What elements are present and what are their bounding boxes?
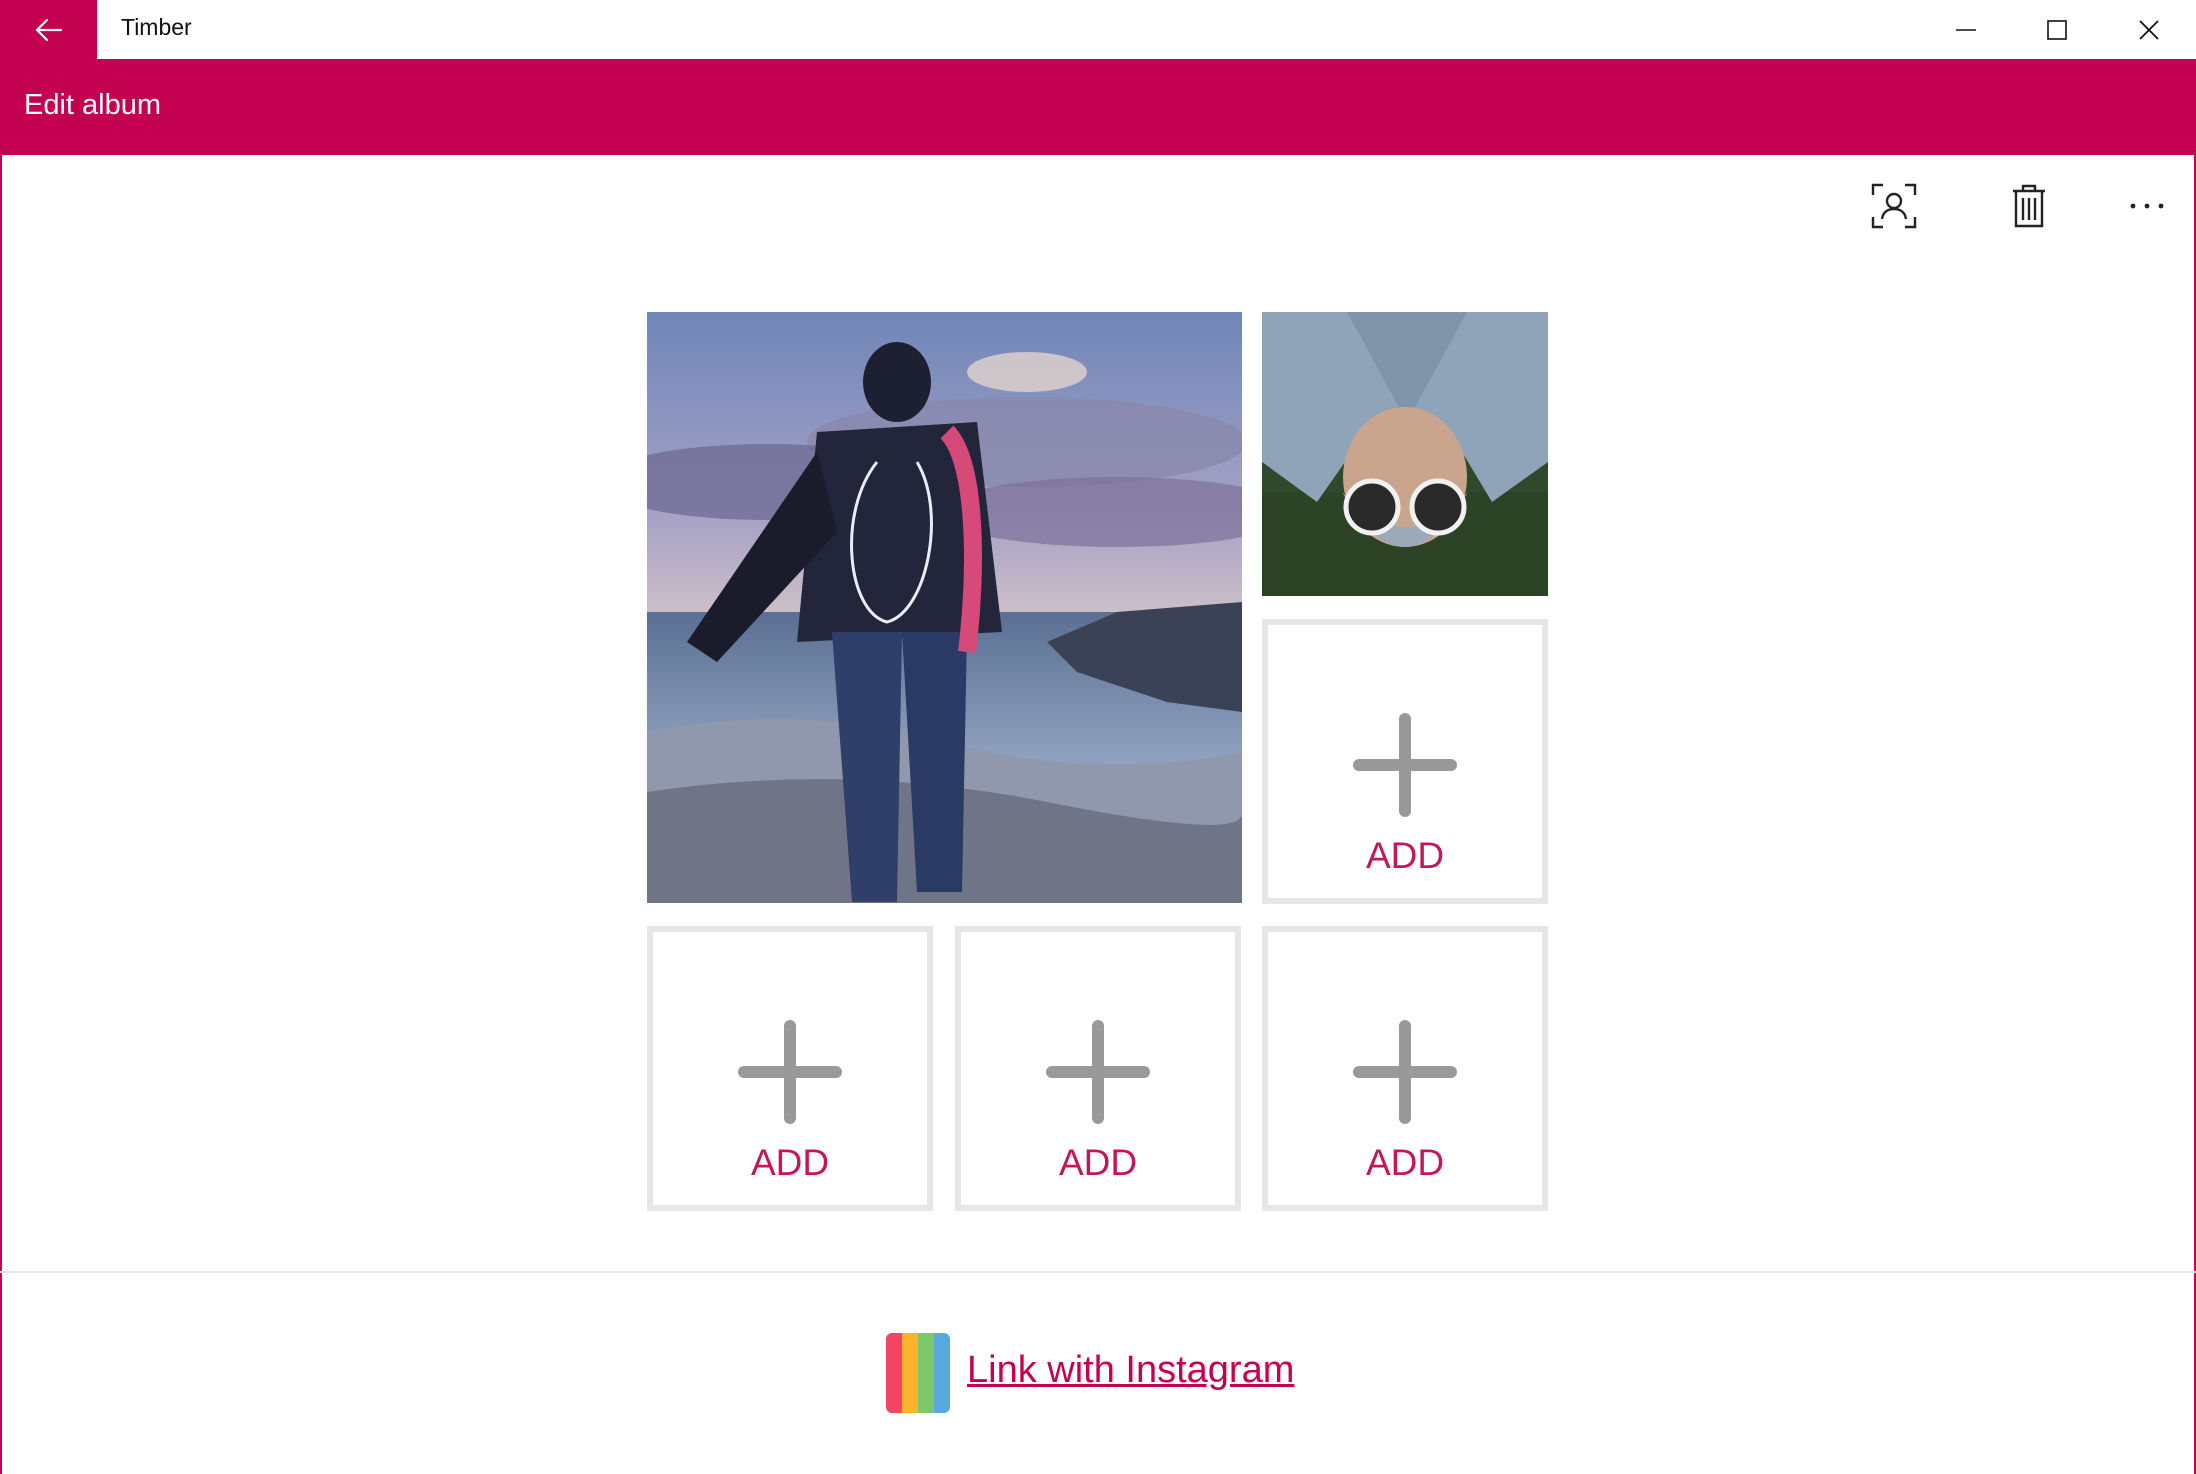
window-border-left bbox=[0, 155, 2, 1474]
page-title: Edit album bbox=[24, 89, 162, 121]
add-label: ADD bbox=[750, 1142, 830, 1183]
more-options-button[interactable] bbox=[2111, 170, 2183, 242]
close-icon bbox=[2139, 19, 2159, 40]
face-detect-button[interactable] bbox=[1858, 170, 1930, 242]
delete-album-button[interactable] bbox=[1993, 170, 2065, 242]
add-label: ADD bbox=[1365, 1142, 1445, 1183]
add-label: ADD bbox=[1058, 1142, 1138, 1183]
minimize-button[interactable] bbox=[1920, 0, 2012, 59]
close-button[interactable] bbox=[2103, 0, 2195, 59]
photo-hiker-beach bbox=[647, 312, 1242, 903]
plus-icon bbox=[1046, 1020, 1150, 1124]
plus-icon bbox=[1353, 1020, 1457, 1124]
album-photo-main[interactable] bbox=[647, 312, 1242, 903]
link-instagram-link[interactable]: Link with Instagram bbox=[967, 1349, 1294, 1392]
add-photo-slot[interactable]: ADD bbox=[1262, 926, 1548, 1211]
add-photo-slot[interactable]: ADD bbox=[955, 926, 1241, 1211]
face-scan-icon bbox=[1871, 183, 1917, 229]
minimize-icon bbox=[1956, 28, 1976, 31]
plus-icon bbox=[1353, 713, 1457, 817]
photo-person-grass bbox=[1262, 312, 1548, 596]
back-button[interactable] bbox=[0, 0, 97, 59]
plus-icon bbox=[738, 1020, 842, 1124]
title-bar: Timber bbox=[0, 0, 2196, 59]
window-title: Timber bbox=[121, 14, 192, 40]
album-photo-2[interactable] bbox=[1262, 312, 1548, 596]
arrow-left-icon bbox=[35, 18, 62, 41]
add-photo-slot[interactable]: ADD bbox=[647, 926, 933, 1211]
maximize-icon bbox=[2047, 19, 2067, 40]
instagram-logo-icon[interactable] bbox=[886, 1333, 950, 1413]
page-header: Edit album bbox=[0, 59, 2196, 155]
add-photo-slot[interactable]: ADD bbox=[1262, 619, 1548, 904]
maximize-button[interactable] bbox=[2011, 0, 2103, 59]
trash-icon bbox=[2013, 184, 2045, 228]
more-icon bbox=[2130, 203, 2164, 209]
add-label: ADD bbox=[1365, 835, 1445, 876]
section-divider bbox=[0, 1271, 2196, 1273]
